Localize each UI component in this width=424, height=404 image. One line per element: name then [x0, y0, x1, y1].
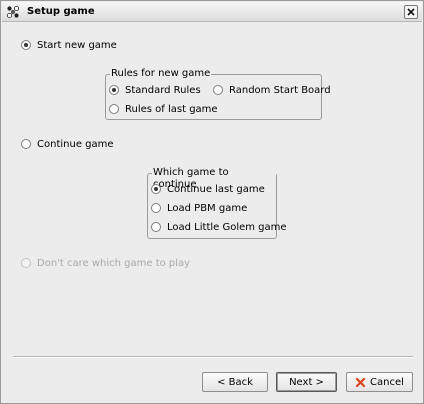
cancel-button[interactable]: Cancel: [346, 372, 413, 392]
load-pbm-game-radio[interactable]: [151, 203, 161, 213]
button-separator: [13, 356, 413, 358]
setup-game-dialog: Setup game Start new game Rules for new …: [0, 0, 424, 404]
rules-group-title: Rules for new game: [110, 68, 212, 80]
continue-last-game-radio[interactable]: [151, 184, 161, 194]
next-button-label: Next >: [289, 376, 324, 388]
rules-of-last-game-option[interactable]: Rules of last game: [109, 101, 218, 117]
next-button[interactable]: Next >: [276, 372, 337, 392]
title-bar: Setup game: [2, 2, 422, 22]
cancel-icon: [355, 377, 366, 387]
load-pbm-game-option[interactable]: Load PBM game: [151, 200, 247, 216]
start-new-game-option[interactable]: Start new game: [21, 37, 117, 53]
random-start-board-label: Random Start Board: [229, 84, 331, 96]
random-start-board-option[interactable]: Random Start Board: [213, 82, 331, 98]
continue-last-game-label: Continue last game: [167, 183, 265, 195]
rules-of-last-game-radio[interactable]: [109, 104, 119, 114]
cancel-button-label: Cancel: [370, 376, 404, 388]
close-icon: [407, 8, 415, 16]
dont-care-label: Don't care which game to play: [37, 257, 191, 269]
continue-last-game-option[interactable]: Continue last game: [151, 181, 265, 197]
app-dots-icon: [7, 6, 19, 18]
start-new-game-radio[interactable]: [21, 40, 31, 50]
standard-rules-label: Standard Rules: [125, 84, 201, 96]
load-pbm-game-label: Load PBM game: [167, 202, 248, 214]
close-button[interactable]: [404, 5, 418, 19]
back-button-label: < Back: [217, 376, 253, 388]
start-new-game-label: Start new game: [37, 39, 117, 51]
dont-care-radio: [21, 258, 31, 268]
rules-of-last-game-label: Rules of last game: [125, 103, 218, 115]
random-start-board-radio[interactable]: [213, 85, 223, 95]
load-little-golem-game-label: Load Little Golem game: [167, 221, 287, 233]
standard-rules-option[interactable]: Standard Rules: [109, 82, 201, 98]
load-little-golem-game-radio[interactable]: [151, 222, 161, 232]
standard-rules-radio[interactable]: [109, 85, 119, 95]
continue-game-option[interactable]: Continue game: [21, 136, 114, 152]
dont-care-option: Don't care which game to play: [21, 255, 190, 271]
back-button[interactable]: < Back: [202, 372, 268, 392]
continue-game-label: Continue game: [37, 138, 114, 150]
load-little-golem-game-option[interactable]: Load Little Golem game: [151, 219, 287, 235]
window-title: Setup game: [27, 6, 95, 17]
continue-game-radio[interactable]: [21, 139, 31, 149]
